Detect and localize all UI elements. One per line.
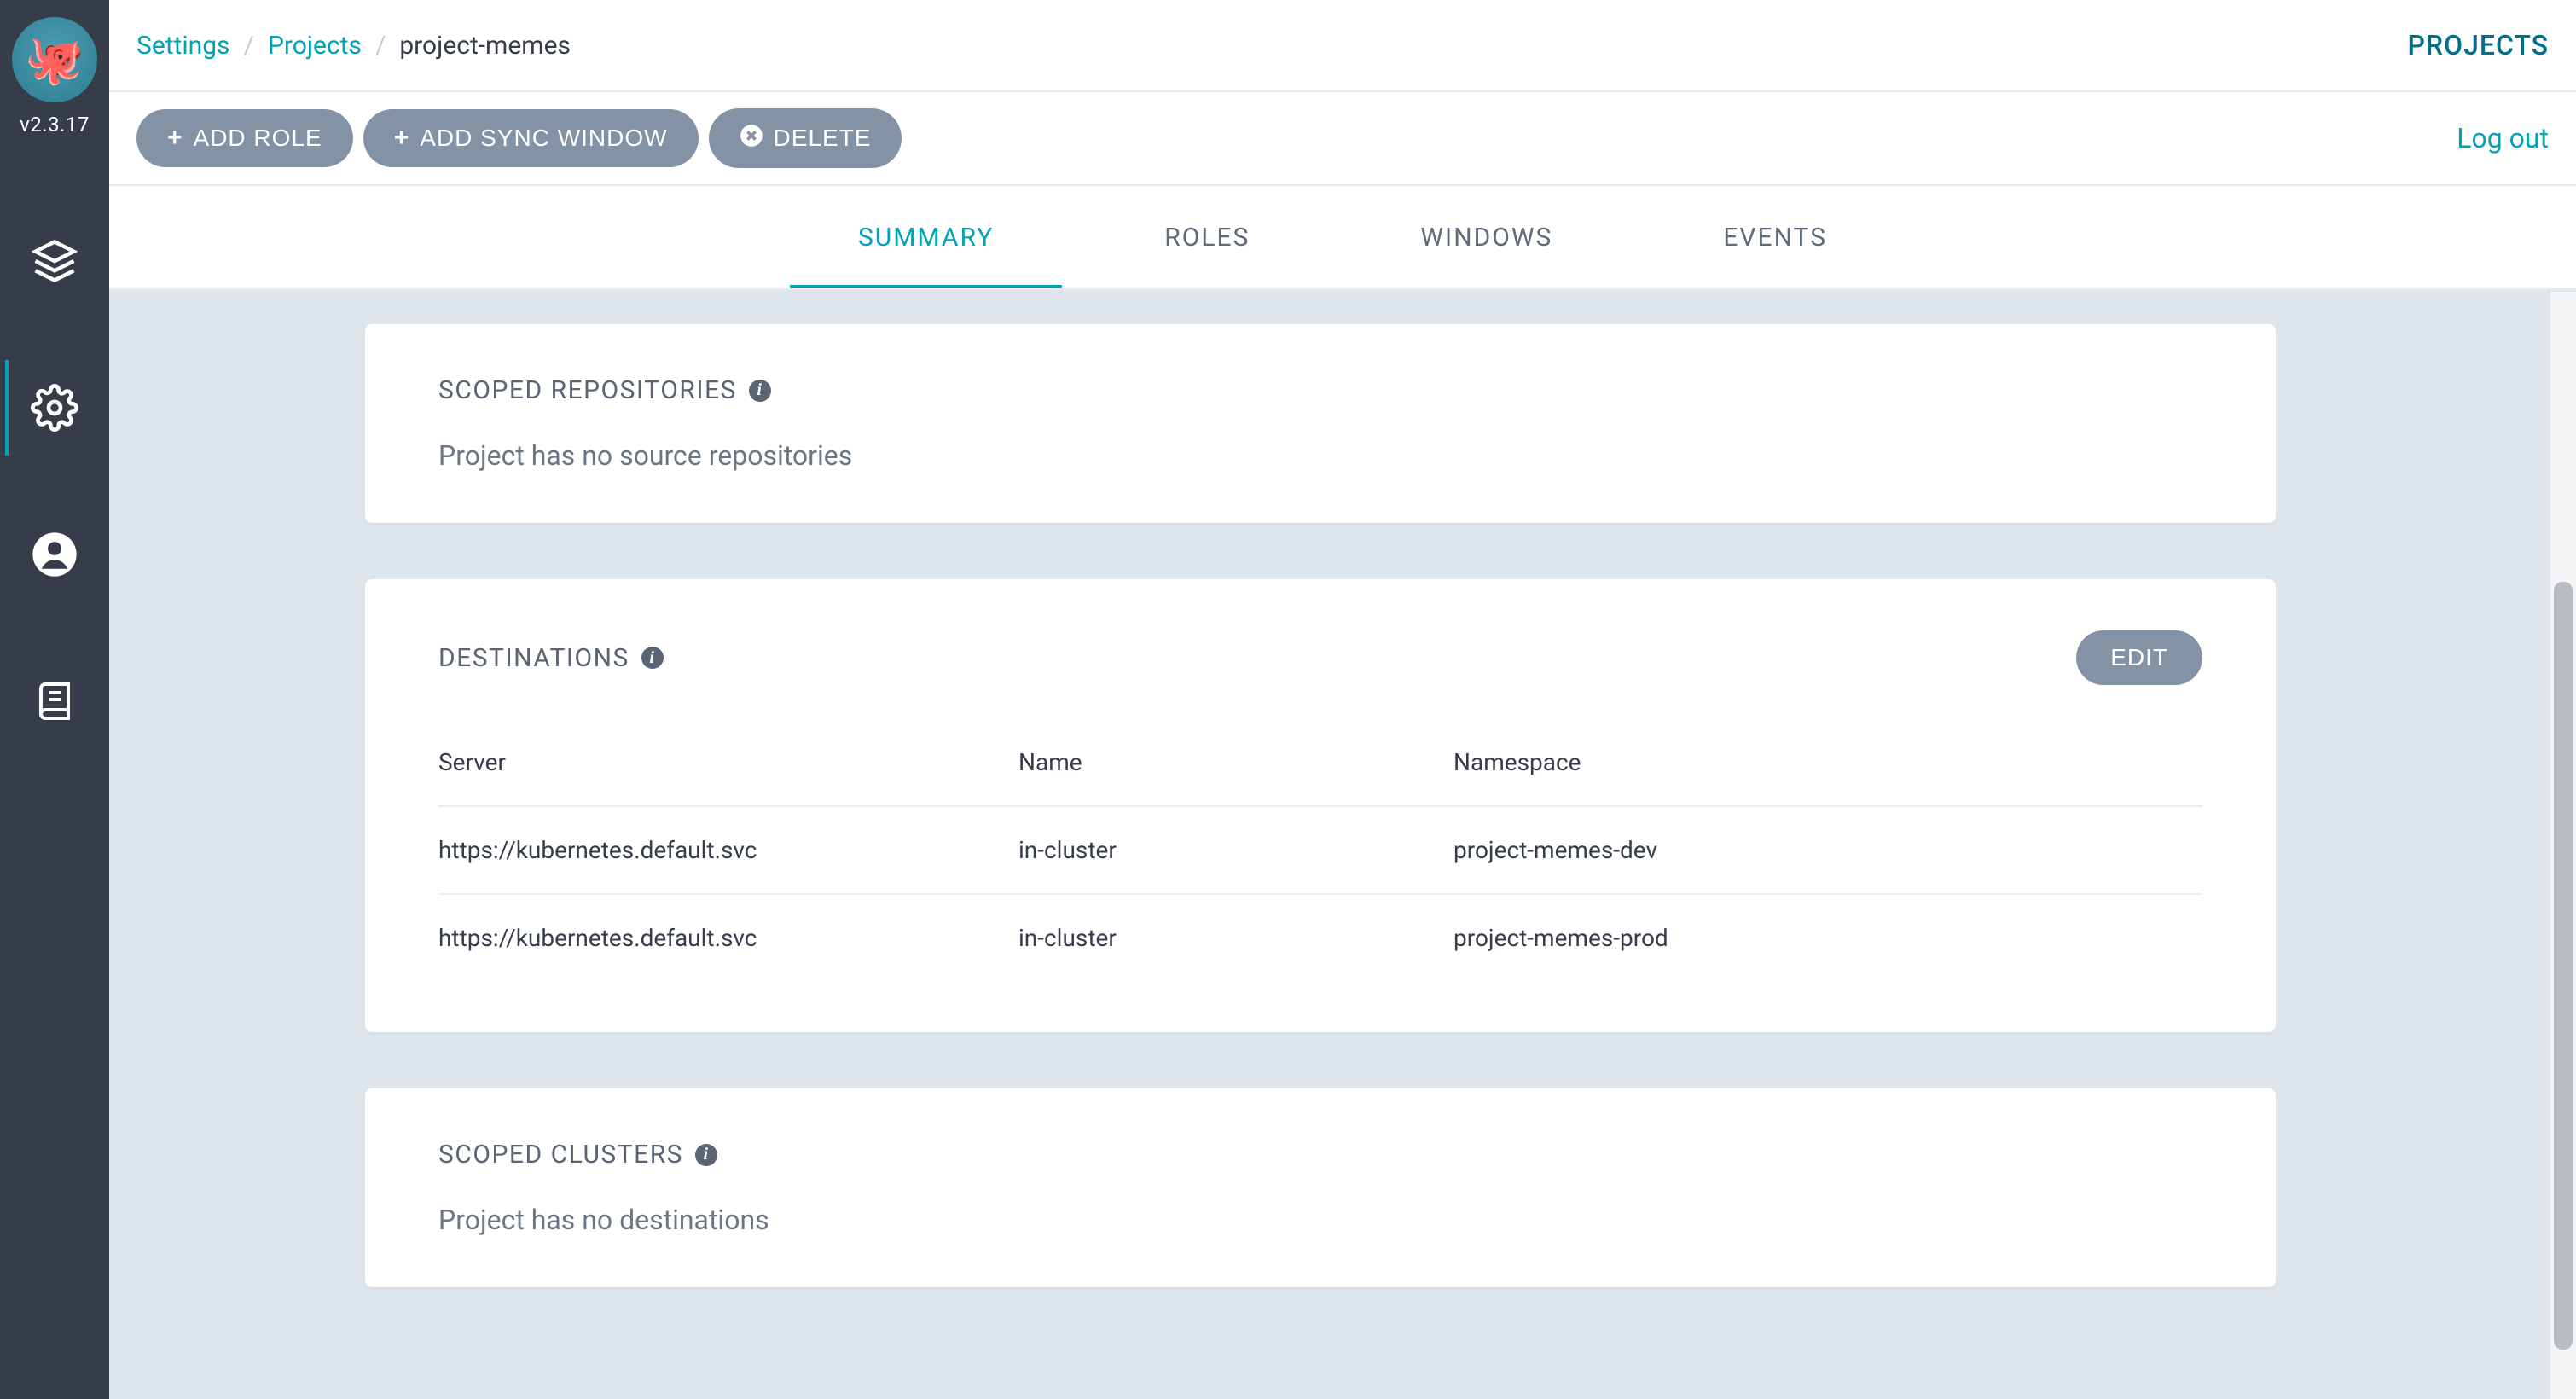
- card-title: SCOPED CLUSTERS i: [438, 1140, 717, 1170]
- card-title: SCOPED REPOSITORIES i: [438, 375, 771, 405]
- book-icon: [31, 677, 78, 725]
- gears-icon: [31, 384, 78, 432]
- tabs: SUMMARY ROLES WINDOWS EVENTS: [109, 186, 2576, 290]
- cell-server: https://kubernetes.default.svc: [438, 836, 1018, 864]
- octopus-icon: 🐙: [25, 32, 84, 88]
- tab-label: ROLES: [1164, 223, 1250, 253]
- col-namespace: Namespace: [1453, 748, 2202, 776]
- version-label: v2.3.17: [20, 113, 90, 136]
- logo: 🐙: [12, 17, 97, 102]
- card-title-text: SCOPED CLUSTERS: [438, 1140, 683, 1170]
- scrollbar-thumb[interactable]: [2554, 582, 2573, 1350]
- user-icon: [31, 531, 78, 578]
- nav-user[interactable]: [0, 507, 109, 602]
- tab-summary[interactable]: SUMMARY: [773, 186, 1079, 288]
- info-icon[interactable]: i: [749, 380, 771, 402]
- col-server: Server: [438, 748, 1018, 776]
- breadcrumb-sep: /: [244, 31, 254, 61]
- tab-label: SUMMARY: [858, 223, 994, 253]
- cell-namespace: project-memes-prod: [1453, 924, 2202, 952]
- edit-button[interactable]: EDIT: [2076, 630, 2202, 685]
- page-title: PROJECTS: [2407, 29, 2549, 61]
- empty-text: Project has no source repositories: [438, 439, 2202, 472]
- cell-name: in-cluster: [1018, 924, 1453, 952]
- nav-applications[interactable]: [0, 213, 109, 309]
- scrollbar-track[interactable]: [2550, 292, 2576, 1399]
- cell-namespace: project-memes-dev: [1453, 836, 2202, 864]
- breadcrumb-current: project-memes: [399, 31, 571, 61]
- tab-label: EVENTS: [1723, 223, 1827, 253]
- delete-button[interactable]: DELETE: [709, 108, 902, 168]
- info-icon[interactable]: i: [641, 647, 664, 669]
- cell-server: https://kubernetes.default.svc: [438, 924, 1018, 952]
- logout-link[interactable]: Log out: [2457, 122, 2549, 154]
- plus-icon: +: [167, 125, 183, 151]
- toolbar: + ADD ROLE + ADD SYNC WINDOW DELETE Log …: [109, 92, 2576, 186]
- delete-label: DELETE: [774, 125, 872, 152]
- card-scoped-repositories: SCOPED REPOSITORIES i Project has no sou…: [365, 324, 2276, 523]
- main: Settings / Projects / project-memes PROJ…: [109, 0, 2576, 1399]
- sidebar: 🐙 v2.3.17: [0, 0, 109, 1399]
- tab-events[interactable]: EVENTS: [1638, 186, 1912, 288]
- nav-settings[interactable]: [0, 360, 109, 456]
- breadcrumb-projects[interactable]: Projects: [268, 31, 362, 61]
- layers-icon: [31, 237, 78, 285]
- breadcrumb: Settings / Projects / project-memes: [136, 31, 571, 61]
- plus-icon: +: [394, 125, 410, 151]
- nav-docs[interactable]: [0, 653, 109, 749]
- card-title-text: DESTINATIONS: [438, 643, 629, 673]
- add-role-button[interactable]: + ADD ROLE: [136, 109, 353, 167]
- table-head: Server Name Namespace: [438, 719, 2202, 807]
- content[interactable]: SCOPED REPOSITORIES i Project has no sou…: [109, 290, 2576, 1399]
- add-sync-window-label: ADD SYNC WINDOW: [420, 125, 667, 152]
- destinations-table: Server Name Namespace https://kubernetes…: [438, 719, 2202, 981]
- tab-roles[interactable]: ROLES: [1079, 186, 1335, 288]
- card-title: DESTINATIONS i: [438, 643, 664, 673]
- cell-name: in-cluster: [1018, 836, 1453, 864]
- breadcrumb-settings[interactable]: Settings: [136, 31, 230, 61]
- table-row: https://kubernetes.default.svc in-cluste…: [438, 895, 2202, 981]
- add-role-label: ADD ROLE: [194, 125, 322, 152]
- card-title-text: SCOPED REPOSITORIES: [438, 375, 737, 405]
- tab-label: WINDOWS: [1420, 223, 1552, 253]
- col-name: Name: [1018, 748, 1453, 776]
- breadcrumb-sep: /: [375, 31, 386, 61]
- card-destinations: DESTINATIONS i EDIT Server Name Namespac…: [365, 579, 2276, 1032]
- info-icon[interactable]: i: [695, 1144, 717, 1166]
- breadcrumb-bar: Settings / Projects / project-memes PROJ…: [109, 0, 2576, 92]
- tab-windows[interactable]: WINDOWS: [1335, 186, 1638, 288]
- add-sync-window-button[interactable]: + ADD SYNC WINDOW: [363, 109, 699, 167]
- empty-text: Project has no destinations: [438, 1204, 2202, 1236]
- nav-items: [0, 213, 109, 749]
- delete-icon: [740, 124, 763, 153]
- table-row: https://kubernetes.default.svc in-cluste…: [438, 807, 2202, 895]
- card-scoped-clusters: SCOPED CLUSTERS i Project has no destina…: [365, 1088, 2276, 1287]
